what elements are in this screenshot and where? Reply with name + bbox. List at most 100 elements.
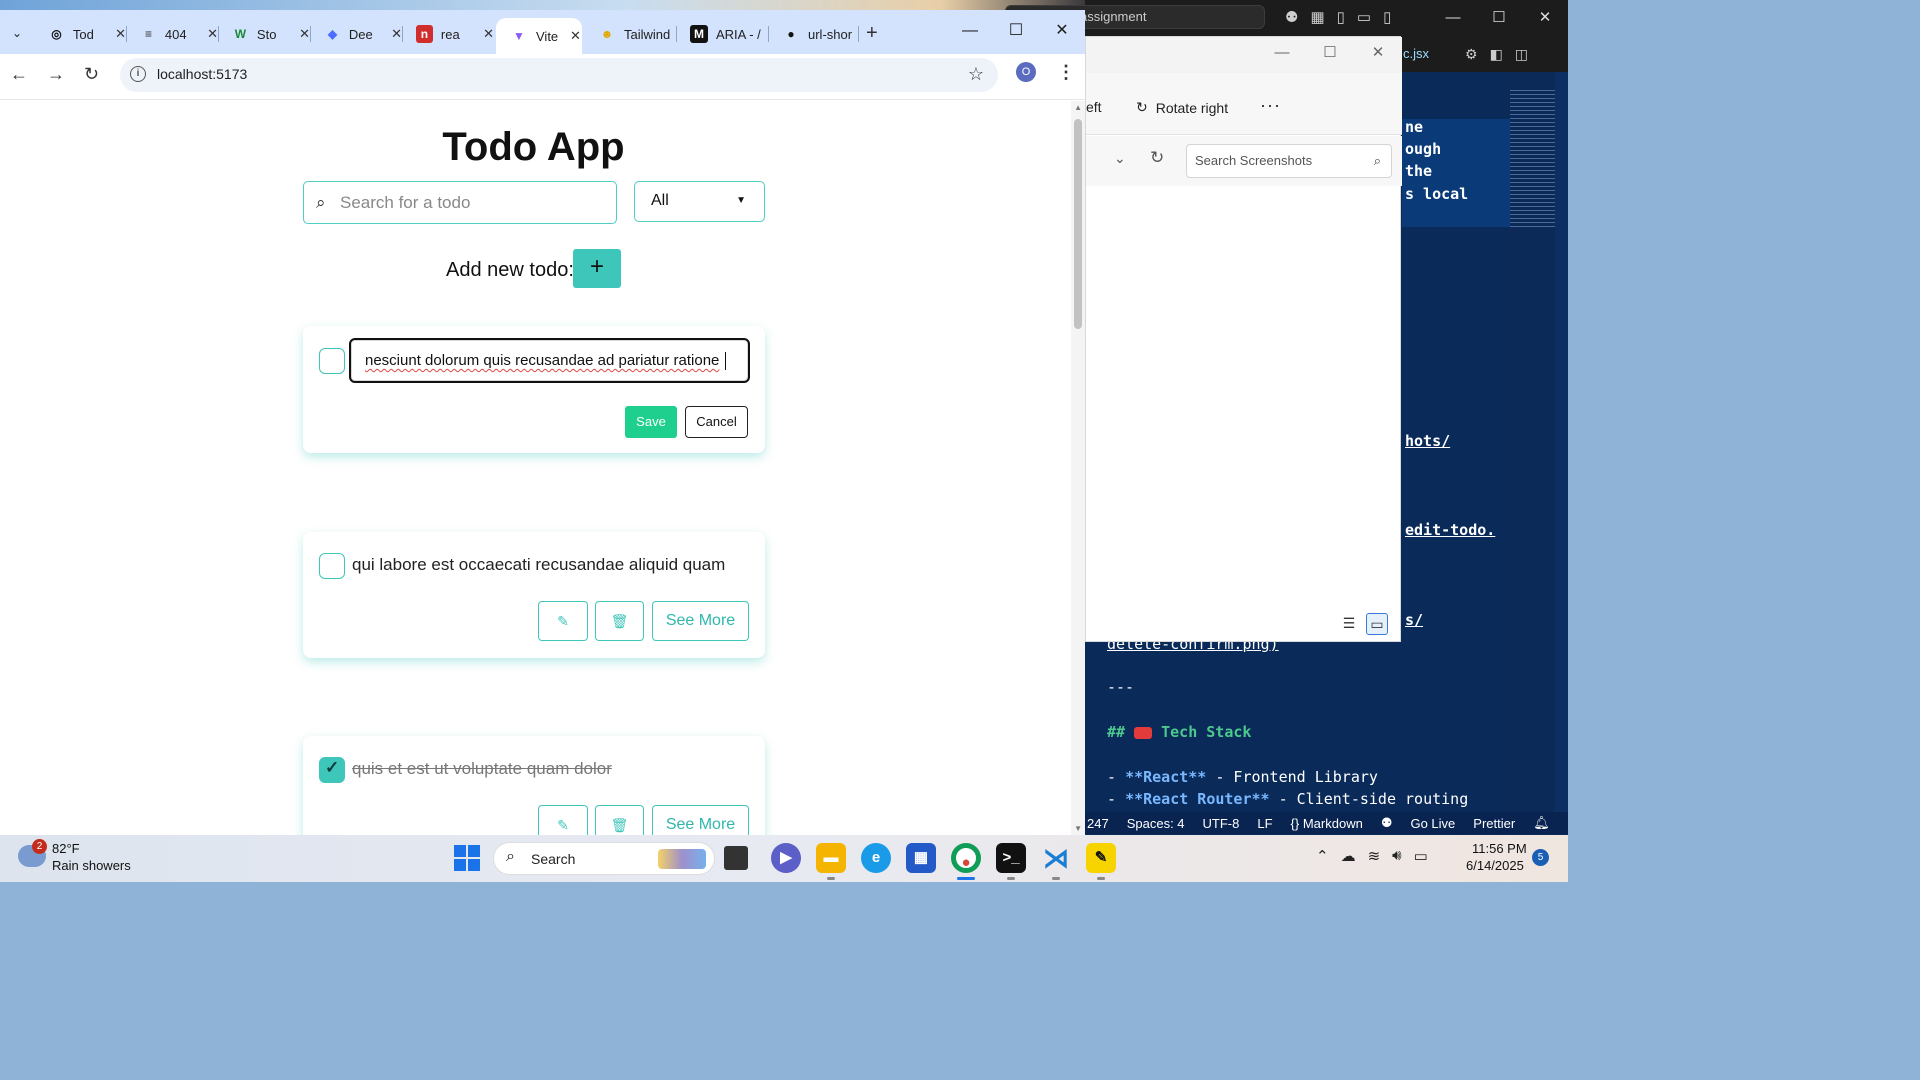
browser-tab[interactable]: ◆ Dee ✕ xyxy=(310,18,403,50)
open-preview-icon[interactable]: ◧ xyxy=(1490,46,1503,63)
see-more-button[interactable]: See More xyxy=(652,805,749,835)
add-todo-button[interactable]: + xyxy=(573,249,621,288)
secondary-sidebar-icon[interactable]: ▯ xyxy=(1383,8,1391,26)
status-filter-select[interactable]: All ▼ xyxy=(634,181,765,222)
close-icon[interactable]: ✕ xyxy=(1039,10,1085,52)
edit-button[interactable]: ✎ xyxy=(538,805,588,835)
maximize-icon[interactable]: ☐ xyxy=(993,10,1039,52)
reload-icon[interactable]: ↻ xyxy=(84,64,99,85)
minimap[interactable] xyxy=(1510,90,1555,230)
browser-tab[interactable]: ● url-shor xyxy=(768,18,859,50)
volume-icon[interactable]: 🔊︎ xyxy=(1392,847,1401,865)
chevron-down-icon[interactable]: ⌄ xyxy=(1114,150,1126,167)
page-scrollbar[interactable]: ▲ ▼ xyxy=(1071,101,1085,835)
panel-toggle-icon[interactable]: ▭ xyxy=(1357,8,1371,26)
new-tab-icon[interactable]: + xyxy=(866,22,878,45)
browser-tab[interactable]: M ARIA - / xyxy=(676,18,769,50)
chrome-icon[interactable]: ● xyxy=(951,843,981,873)
delete-button[interactable]: 🗑︎ xyxy=(595,601,644,641)
editor-scrollbar[interactable] xyxy=(1555,72,1568,812)
rotate-right-button[interactable]: ↻ Rotate right xyxy=(1136,99,1228,116)
cancel-button[interactable]: Cancel xyxy=(685,406,748,438)
browser-tab[interactable]: n rea ✕ xyxy=(402,18,494,50)
todo-checkbox[interactable] xyxy=(319,348,345,374)
close-icon[interactable]: ✕ xyxy=(115,26,126,42)
todo-checkbox[interactable] xyxy=(319,553,345,579)
scroll-up-icon[interactable]: ▲ xyxy=(1074,103,1082,112)
weather-description[interactable]: Rain showers xyxy=(52,858,131,873)
todo-checkbox-checked[interactable]: ✓ xyxy=(319,757,345,783)
close-icon[interactable]: ✕ xyxy=(570,28,581,44)
status-indent[interactable]: Spaces: 4 xyxy=(1127,816,1185,831)
browser-tab-active[interactable]: ▼ Vite ✕ xyxy=(496,18,582,54)
minimize-icon[interactable]: — xyxy=(1430,0,1476,36)
delete-button[interactable]: 🗑︎ xyxy=(595,805,644,835)
save-button[interactable]: Save xyxy=(625,406,677,438)
clock-time[interactable]: 11:56 PM xyxy=(1472,841,1527,856)
status-line[interactable]: 247 xyxy=(1087,816,1109,831)
copilot-icon[interactable]: ⚙ xyxy=(1465,46,1478,63)
close-icon[interactable]: ✕ xyxy=(207,26,218,42)
browser-tab[interactable]: ☻ Tailwind xyxy=(584,18,677,50)
browser-tab[interactable]: ≡ 404 ✕ xyxy=(126,18,219,50)
editor-tab[interactable]: c.jsx xyxy=(1403,46,1429,61)
browser-tab[interactable]: ◎ Tod ✕ xyxy=(34,18,127,50)
taskbar-search[interactable]: ⌕ Search xyxy=(493,842,715,875)
status-language[interactable]: {} Markdown xyxy=(1291,816,1363,831)
copilot-status-icon[interactable]: ⚉ xyxy=(1381,815,1393,831)
profile-avatar[interactable]: O xyxy=(1016,62,1036,82)
clock-date[interactable]: 6/14/2025 xyxy=(1466,858,1524,873)
task-view-icon[interactable] xyxy=(724,846,748,870)
close-icon[interactable]: ✕ xyxy=(299,26,310,42)
file-explorer-icon[interactable]: ▬ xyxy=(816,843,846,873)
todo-search-field[interactable]: ⌕ xyxy=(303,181,617,224)
back-arrow-icon[interactable]: ← xyxy=(10,64,28,85)
close-icon[interactable]: ✕ xyxy=(1522,0,1568,36)
battery-icon[interactable]: ▭ xyxy=(1414,847,1428,865)
browser-tab[interactable]: W Sto ✕ xyxy=(218,18,311,50)
tab-search-chevron-icon[interactable]: ⌄ xyxy=(4,20,30,46)
screenshots-search-input[interactable]: Search Screenshots ⌕ xyxy=(1186,144,1392,178)
address-bar[interactable]: i localhost:5173 ☆ xyxy=(120,58,998,92)
close-icon[interactable]: ✕ xyxy=(1354,37,1402,69)
forward-arrow-icon[interactable]: → xyxy=(47,64,65,85)
maximize-icon[interactable]: ☐ xyxy=(1306,37,1354,69)
rotate-left-button[interactable]: eft xyxy=(1086,99,1102,115)
status-golive[interactable]: Go Live xyxy=(1410,816,1455,831)
close-icon[interactable]: ✕ xyxy=(391,26,402,42)
chrome-menu-icon[interactable]: ⋮ xyxy=(1057,62,1075,83)
sticky-notes-icon[interactable]: ✎ xyxy=(1086,843,1116,873)
copilot-icon[interactable]: ⚉ xyxy=(1285,8,1298,26)
weather-temperature[interactable]: 82°F xyxy=(52,841,80,856)
onedrive-icon[interactable]: ☁ xyxy=(1341,847,1356,865)
edit-button[interactable]: ✎ xyxy=(538,601,588,641)
windows-start-icon[interactable] xyxy=(454,845,480,871)
maximize-icon[interactable]: ☐ xyxy=(1476,0,1522,36)
minimize-icon[interactable]: — xyxy=(947,10,993,52)
bell-icon[interactable]: 🔔︎ xyxy=(1533,815,1550,831)
close-icon[interactable]: ✕ xyxy=(483,26,494,42)
layout-icon[interactable]: ▦ xyxy=(1310,8,1324,26)
tile-view-icon[interactable]: ▭ xyxy=(1366,613,1388,635)
refresh-icon[interactable]: ↻ xyxy=(1150,148,1164,168)
more-options-button[interactable]: ··· xyxy=(1260,95,1281,116)
see-more-button[interactable]: See More xyxy=(652,601,749,641)
minimize-icon[interactable]: — xyxy=(1258,37,1306,69)
edit-todo-input[interactable]: nesciunt dolorum quis recusandae ad pari… xyxy=(349,338,750,383)
notification-badge[interactable]: 5 xyxy=(1532,849,1549,866)
split-editor-icon[interactable]: ◫ xyxy=(1515,46,1528,63)
bookmark-star-icon[interactable]: ☆ xyxy=(968,64,984,85)
sidebar-toggle-icon[interactable]: ▯ xyxy=(1337,8,1345,26)
list-view-icon[interactable]: ☰ xyxy=(1338,613,1360,635)
vscode-icon[interactable]: ⋊ xyxy=(1041,843,1071,873)
edge-icon[interactable]: e xyxy=(861,843,891,873)
terminal-icon[interactable]: >_ xyxy=(996,843,1026,873)
status-encoding[interactable]: UTF-8 xyxy=(1203,816,1240,831)
chevron-up-icon[interactable]: ⌃ xyxy=(1316,847,1329,865)
scroll-down-icon[interactable]: ▼ xyxy=(1074,824,1082,833)
site-info-icon[interactable]: i xyxy=(130,66,146,82)
teams-icon[interactable]: ▶ xyxy=(771,843,801,873)
status-prettier[interactable]: Prettier xyxy=(1473,816,1515,831)
scrollbar-thumb[interactable] xyxy=(1074,119,1082,329)
store-icon[interactable]: ▦ xyxy=(906,843,936,873)
